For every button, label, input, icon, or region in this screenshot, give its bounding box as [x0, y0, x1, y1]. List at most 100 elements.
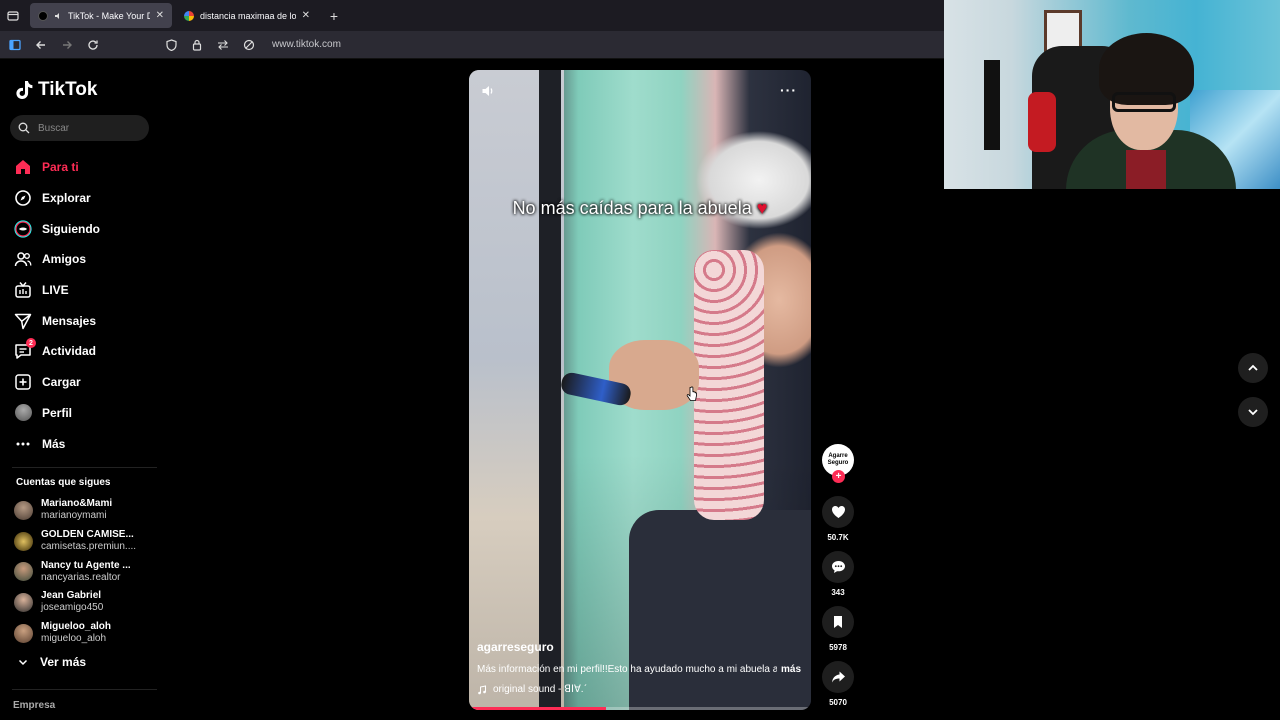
- following-item[interactable]: Migueloo_aloh migueloo_aloh: [14, 618, 136, 649]
- caption-text: No más caídas para la abuela: [512, 198, 752, 218]
- menu-label: Cargar: [42, 375, 81, 390]
- following-item[interactable]: GOLDEN CAMISE... camisetas.premiun....: [14, 526, 136, 557]
- see-more-button[interactable]: Ver más: [18, 655, 86, 669]
- shield-icon[interactable]: [164, 38, 178, 52]
- new-tab-icon[interactable]: +: [322, 8, 346, 24]
- following-handle: nancyarias.realtor: [41, 571, 121, 583]
- tiktok-logo[interactable]: TikTok: [16, 79, 97, 101]
- following-item[interactable]: Mariano&Mami marianoymami: [14, 495, 136, 526]
- video-caption: No más caídas para la abuela ♥: [469, 198, 811, 219]
- following-name: Mariano&Mami: [41, 498, 113, 510]
- comment-count: 343: [831, 588, 845, 597]
- menu-item-cargar[interactable]: Cargar: [14, 367, 100, 398]
- webcam-person: [1126, 150, 1166, 189]
- chevron-down-icon: [18, 659, 28, 666]
- share-icon[interactable]: [822, 661, 854, 693]
- menu-item-live[interactable]: LIVE: [14, 275, 100, 306]
- share-action[interactable]: 5070: [821, 661, 855, 707]
- save-action[interactable]: 5978: [821, 606, 855, 652]
- forward-icon[interactable]: [60, 38, 74, 52]
- following-handle: joseamigo450: [41, 602, 104, 614]
- search-box[interactable]: [10, 115, 149, 141]
- avatar: [14, 500, 33, 520]
- tab-title: TikTok - Make Your Day: [68, 10, 150, 21]
- following-handle: migueloo_aloh: [41, 633, 107, 645]
- comment-icon[interactable]: [822, 551, 854, 583]
- video-description: Más información en mi perfil!!Esto ha ay…: [477, 664, 777, 675]
- footer-link-empresa[interactable]: Empresa: [13, 700, 55, 711]
- following-item[interactable]: Nancy tu Agente ... nancyarias.realtor: [14, 556, 136, 587]
- tab-tiktok[interactable]: TikTok - Make Your Day ✕: [30, 3, 172, 28]
- sidebar-toggle-icon[interactable]: [8, 38, 22, 52]
- divider: [12, 689, 157, 690]
- menu-label: Explorar: [42, 191, 91, 206]
- reload-icon[interactable]: [86, 38, 100, 52]
- video-player[interactable]: ··· No más caídas para la abuela ♥ agarr…: [469, 70, 811, 710]
- audio-icon[interactable]: [54, 12, 62, 20]
- tracking-blocked-icon[interactable]: [242, 38, 256, 52]
- video-username[interactable]: agarreseguro: [477, 640, 554, 654]
- video-progress-bar[interactable]: [469, 707, 811, 710]
- tab-search[interactable]: distancia maximaa de los misile ✕: [176, 3, 318, 28]
- menu-item-amigos[interactable]: Amigos: [14, 244, 100, 275]
- more-options-icon[interactable]: ···: [780, 82, 797, 98]
- following-title: Cuentas que sigues: [16, 477, 111, 488]
- description-more-button[interactable]: más: [781, 664, 801, 675]
- webcam-person: [1112, 92, 1176, 112]
- permissions-icon[interactable]: [216, 38, 230, 52]
- bookmark-icon[interactable]: [822, 606, 854, 638]
- avatar: [14, 562, 33, 582]
- avatar: [14, 404, 32, 422]
- like-action[interactable]: 50.7K: [821, 496, 855, 542]
- menu-item-siguiendo[interactable]: Siguiendo: [14, 213, 100, 244]
- following-name: Jean Gabriel: [41, 590, 102, 602]
- more-icon: [14, 435, 32, 453]
- next-video-button[interactable]: [1238, 397, 1268, 427]
- video-frame: [539, 70, 561, 710]
- friends-icon: [14, 250, 32, 268]
- webcam-overlay: [944, 0, 1280, 189]
- comment-action[interactable]: 343: [821, 551, 855, 597]
- avatar: [14, 592, 33, 612]
- menu-item-para-ti[interactable]: Para ti: [14, 152, 100, 183]
- heart-icon[interactable]: [822, 496, 854, 528]
- follow-plus-icon[interactable]: +: [832, 470, 845, 483]
- menu-item-mas[interactable]: Más: [14, 428, 100, 459]
- tab-close-icon[interactable]: ✕: [302, 10, 310, 21]
- music-note-icon: [478, 684, 486, 694]
- mouse-cursor-icon: [686, 386, 698, 407]
- messages-icon: [14, 312, 32, 330]
- back-icon[interactable]: [34, 38, 48, 52]
- tab-list-icon[interactable]: [0, 0, 26, 31]
- share-count: 5070: [829, 698, 847, 707]
- menu-item-actividad[interactable]: 2 Actividad: [14, 336, 100, 367]
- see-more-label: Ver más: [40, 655, 87, 669]
- video-frame: [694, 250, 764, 520]
- following-name: Nancy tu Agente ...: [41, 559, 131, 571]
- following-list: Mariano&Mami marianoymami GOLDEN CAMISE.…: [14, 495, 136, 648]
- webcam-background: [984, 60, 1000, 150]
- search-input[interactable]: [38, 122, 138, 134]
- menu-item-explorar[interactable]: Explorar: [14, 183, 100, 214]
- tab-close-icon[interactable]: ✕: [156, 10, 164, 21]
- video-sound[interactable]: original sound - ꓭꓲꓯ.ˊ: [477, 684, 587, 695]
- volume-icon[interactable]: [481, 84, 495, 103]
- following-handle: camisetas.premiun....: [41, 541, 137, 553]
- following-handle: marianoymami: [41, 510, 107, 522]
- following-item[interactable]: Jean Gabriel joseamigo450: [14, 587, 136, 618]
- like-count: 50.7K: [827, 533, 849, 542]
- webcam-chair: [1028, 92, 1056, 152]
- menu-item-mensajes[interactable]: Mensajes: [14, 305, 100, 336]
- menu-label: Perfil: [42, 405, 73, 420]
- activity-icon: 2: [14, 338, 36, 360]
- following-name: Migueloo_aloh: [41, 621, 111, 633]
- lock-icon[interactable]: [190, 38, 204, 52]
- creator-avatar[interactable]: Agarre Seguro +: [822, 444, 854, 483]
- creator-avatar-text: Agarre Seguro: [827, 453, 849, 466]
- menu-item-perfil[interactable]: Perfil: [14, 398, 100, 429]
- following-name: GOLDEN CAMISE...: [41, 529, 134, 541]
- divider: [12, 467, 157, 468]
- menu-label: Mensajes: [42, 313, 97, 328]
- url-bar[interactable]: www.tiktok.com: [272, 39, 341, 50]
- previous-video-button[interactable]: [1238, 353, 1268, 383]
